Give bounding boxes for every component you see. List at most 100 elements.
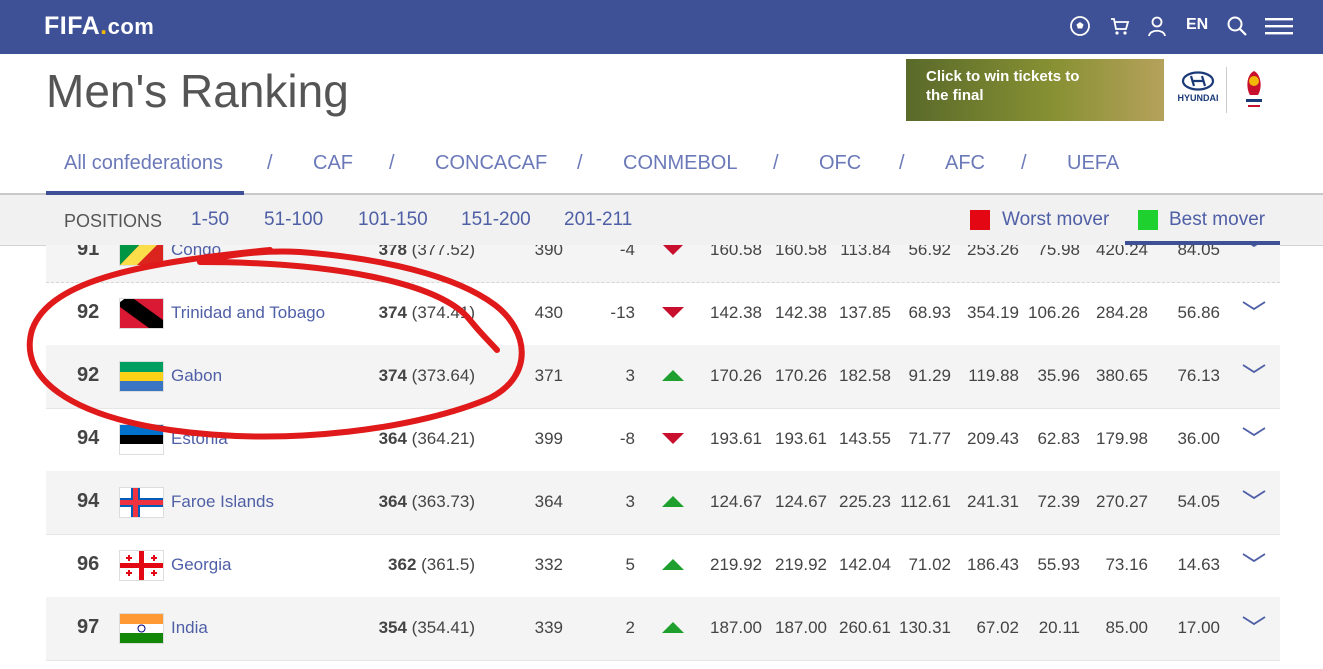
- team-name-link[interactable]: Georgia: [171, 555, 231, 575]
- points-cell: 364 (363.73): [379, 492, 475, 512]
- user-icon[interactable]: [1145, 14, 1169, 38]
- expand-chevron-icon[interactable]: [1242, 245, 1266, 254]
- score-cell-c5: 119.88: [968, 366, 1019, 385]
- rank-cell: 94: [77, 427, 100, 449]
- rank-cell: 96: [77, 553, 100, 575]
- team-name-link[interactable]: Trinidad and Tobago: [171, 303, 325, 323]
- rank-change-cell: 3: [625, 492, 635, 511]
- previous-points-cell: 339: [534, 618, 563, 637]
- expand-chevron-icon[interactable]: [1242, 614, 1266, 632]
- score-cell-c7: 179.98: [1096, 429, 1148, 448]
- table-row[interactable]: 94 Estonia 364 (364.21) 399 -8 193.61 193.61 14…: [46, 408, 1280, 472]
- score-cell-c7: 284.28: [1096, 303, 1148, 322]
- best-mover-filter[interactable]: Best mover: [1169, 209, 1265, 231]
- score-cell-c5: 67.02: [976, 618, 1019, 637]
- worst-mover-filter[interactable]: Worst mover: [1002, 209, 1109, 231]
- score-cell-c2: 219.92: [775, 555, 827, 574]
- points-value: 362: [388, 555, 417, 574]
- range-1-50[interactable]: 1-50: [191, 209, 229, 231]
- table-row[interactable]: 96 Georgia 362 (361.5) 332 5 219.92 219.92 142.…: [46, 534, 1280, 598]
- ball-icon[interactable]: [1068, 14, 1092, 38]
- team-name-link[interactable]: Faroe Islands: [171, 492, 274, 512]
- search-icon[interactable]: [1225, 14, 1249, 38]
- expand-chevron-icon[interactable]: [1242, 551, 1266, 569]
- range-51-100[interactable]: 51-100: [264, 209, 323, 231]
- tab-concacaf[interactable]: CONCACAF: [435, 152, 547, 175]
- score-cell-c3: 225.23: [839, 492, 891, 511]
- arrow-up-icon: [662, 370, 684, 381]
- promo-text: Click to win tickets to the final: [926, 68, 1080, 104]
- positions-label: POSITIONS: [64, 211, 163, 231]
- score-cell-c8: 56.86: [1177, 303, 1220, 322]
- confederation-tabs: All confederations / CAF / CONCACAF / CO…: [46, 152, 1146, 192]
- tab-afc[interactable]: AFC: [945, 152, 985, 175]
- tab-uefa[interactable]: UEFA: [1067, 152, 1119, 175]
- points-value: 364: [378, 492, 407, 511]
- table-row[interactable]: 97 India 354 (354.41) 339 2 187.00 187.00 260.6…: [46, 597, 1280, 661]
- team-name-link[interactable]: Congo: [171, 245, 221, 260]
- score-cell-c2: 187.00: [775, 618, 827, 637]
- score-cell-c6: 55.93: [1037, 555, 1080, 574]
- rank-cell: 97: [77, 616, 100, 638]
- range-151-200[interactable]: 151-200: [461, 209, 531, 231]
- tab-conmebol[interactable]: CONMEBOL: [623, 152, 737, 175]
- score-cell-c8: 17.00: [1177, 618, 1220, 637]
- fifa-logo[interactable]: FIFA.com: [44, 12, 154, 41]
- team-name-link[interactable]: Gabon: [171, 366, 222, 386]
- points-cell: 374 (374.41): [379, 303, 475, 323]
- team-name-link[interactable]: India: [171, 618, 208, 638]
- rank-change-cell: 3: [625, 366, 635, 385]
- expand-chevron-icon[interactable]: [1242, 488, 1266, 506]
- table-row[interactable]: 94 Faroe Islands 364 (363.73) 364 3 124.67 124…: [46, 471, 1280, 535]
- score-cell-c2: 160.58: [775, 245, 827, 259]
- points-value: 374: [378, 366, 407, 385]
- points-exact: (374.41): [406, 303, 475, 322]
- table-row[interactable]: 92 Trinidad and Tobago 374 (374.41) 430 -13 1…: [46, 282, 1280, 346]
- arrow-down-icon: [662, 245, 684, 255]
- range-201-211[interactable]: 201-211: [564, 209, 632, 231]
- table-row[interactable]: 92 Gabon 374 (373.64) 371 3 170.26 170.26 182.5…: [46, 345, 1280, 409]
- points-cell: 362 (361.5): [388, 555, 475, 575]
- tab-ofc[interactable]: OFC: [819, 152, 861, 175]
- expand-chevron-icon[interactable]: [1242, 299, 1266, 317]
- sponsor-logo: HYUNDAI: [1172, 71, 1224, 103]
- arrow-up-icon: [662, 559, 684, 570]
- score-cell-c7: 380.65: [1096, 366, 1148, 385]
- tab-all-confederations[interactable]: All confederations: [64, 152, 223, 175]
- score-cell-c6: 20.11: [1038, 618, 1080, 637]
- score-cell-c4: 71.02: [908, 555, 951, 574]
- promo-banner[interactable]: Click to win tickets to the final HYUNDA…: [906, 59, 1280, 121]
- score-cell-c3: 113.84: [840, 245, 891, 259]
- table-row[interactable]: 91 Congo 378 (377.52) 390 -4 160.58 160.58 113.…: [46, 245, 1280, 283]
- team-name-link[interactable]: Estonia: [171, 429, 228, 449]
- menu-icon[interactable]: [1264, 14, 1294, 38]
- score-cell-c1: 187.00: [710, 618, 762, 637]
- points-value: 378: [378, 245, 407, 259]
- tt-flag-icon: [120, 299, 163, 328]
- score-cell-c5: 186.43: [967, 555, 1019, 574]
- score-cell-c6: 35.96: [1037, 366, 1080, 385]
- score-cell-c8: 14.63: [1177, 555, 1220, 574]
- expand-chevron-icon[interactable]: [1242, 362, 1266, 380]
- score-cell-c1: 219.92: [710, 555, 762, 574]
- score-cell-c3: 260.61: [839, 618, 891, 637]
- points-exact: (364.21): [406, 429, 475, 448]
- range-101-150[interactable]: 101-150: [358, 209, 428, 231]
- language-selector[interactable]: EN: [1186, 16, 1208, 34]
- rank-change-cell: -8: [619, 429, 635, 448]
- score-cell-c3: 142.04: [839, 555, 891, 574]
- tab-separator: /: [773, 152, 779, 174]
- page-title: Men's Ranking: [46, 65, 349, 117]
- points-exact: (354.41): [406, 618, 475, 637]
- arrow-down-icon: [662, 307, 684, 318]
- arrow-up-icon: [662, 622, 684, 633]
- score-cell-c4: 112.61: [900, 492, 951, 511]
- positions-bar: POSITIONS 1-50 51-100 101-150 151-200 20…: [0, 195, 1323, 246]
- expand-chevron-icon[interactable]: [1242, 425, 1266, 443]
- tab-separator: /: [1021, 152, 1027, 174]
- tab-caf[interactable]: CAF: [313, 152, 353, 175]
- score-cell-c2: 170.26: [775, 366, 827, 385]
- score-cell-c1: 193.61: [710, 429, 762, 448]
- cart-icon[interactable]: [1108, 14, 1132, 38]
- score-cell-c7: 85.00: [1105, 618, 1148, 637]
